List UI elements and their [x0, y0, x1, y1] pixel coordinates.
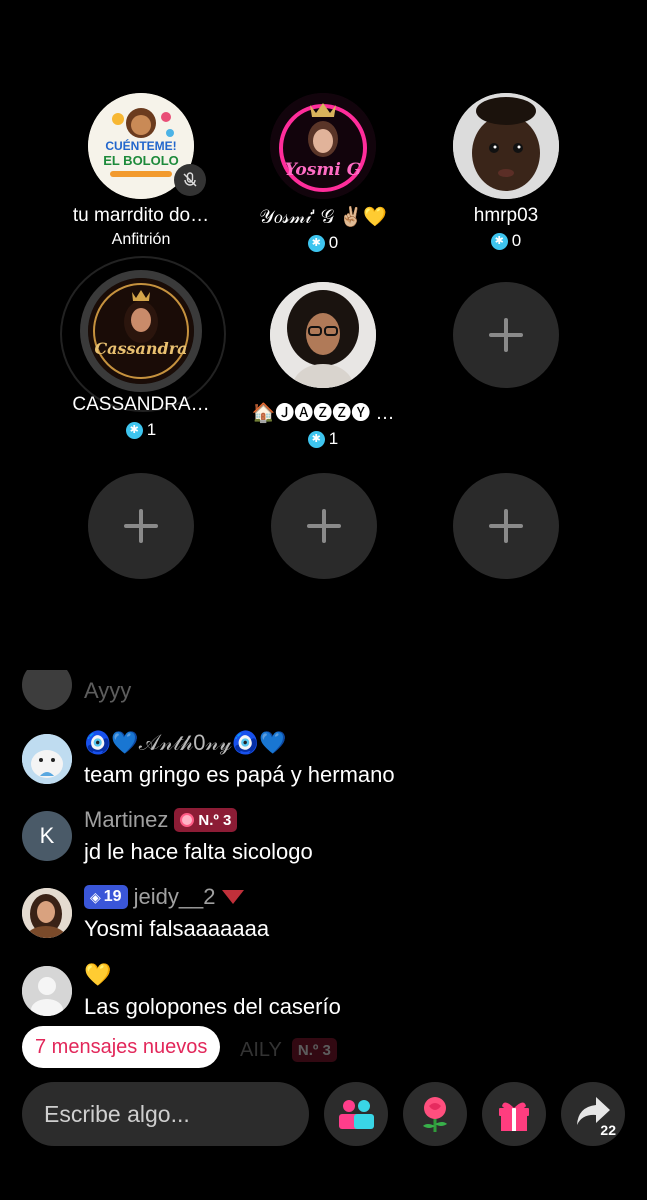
- user-avatar: Yosmi G: [270, 93, 376, 199]
- chat-message: K Martinez N.º 3 jd le hace falta sicolo…: [22, 805, 627, 867]
- coin-icon: ✱: [307, 430, 325, 448]
- seat-5[interactable]: 🏠🅙🅐🅩🅩🅨 … ✱ 1: [233, 282, 413, 449]
- muted-mic-icon: [174, 164, 206, 196]
- coin-count: ✱ 1: [233, 429, 413, 449]
- coin-value: 1: [328, 429, 339, 448]
- plus-icon: [124, 509, 158, 543]
- chat-avatar[interactable]: K: [22, 811, 72, 861]
- gift-icon: [499, 1102, 529, 1131]
- chat-message: Ayyy: [22, 670, 627, 710]
- people-icon: [339, 1100, 374, 1129]
- host-logo-line1: CUÉNTEME!: [105, 138, 176, 153]
- user-avatar: [270, 282, 376, 388]
- plus-icon: [307, 509, 341, 543]
- seat-name: 𝒴𝑜𝓈𝓂𝒾' 𝒢 ✌🏼💛: [259, 207, 387, 228]
- coin-icon: ✱: [490, 232, 508, 250]
- coin-value: 0: [328, 233, 339, 252]
- chat-message-partial: AILY N.º 3: [240, 1038, 337, 1062]
- gift-button[interactable]: [482, 1082, 546, 1146]
- plus-icon: [489, 318, 523, 352]
- seat-name: CASSANDRA…: [72, 394, 210, 415]
- avatar-signature: Yosmi G: [285, 160, 361, 180]
- plus-icon: [489, 509, 523, 543]
- rose-gift-button[interactable]: [403, 1082, 467, 1146]
- avatar-letter: K: [39, 823, 55, 848]
- empty-seat[interactable]: [453, 282, 559, 388]
- chat-username[interactable]: 💛: [84, 960, 627, 990]
- chat-username[interactable]: jeidy__2: [134, 884, 216, 910]
- empty-seat[interactable]: [271, 473, 377, 579]
- level-value: 19: [103, 888, 122, 905]
- coin-value: 1: [146, 420, 157, 439]
- host-label: Anfitrión: [111, 231, 171, 248]
- chat-message: ◈ 19 jeidy__2 Yosmi falsaaaaaaa: [22, 882, 627, 944]
- seat-2[interactable]: Yosmi G 𝒴𝑜𝓈𝓂𝒾' 𝒢 ✌🏼💛 ✱ 0: [233, 93, 413, 253]
- chat-message: 🧿💙𝒜𝓃𝓉𝒽0𝓃𝓎🧿💙 team gringo es papá y herman…: [22, 728, 627, 790]
- seat-name: hmrp03: [473, 205, 539, 226]
- chat-avatar[interactable]: [22, 966, 72, 1016]
- chat-text: Las golopones del caserío: [84, 994, 341, 1019]
- avatar-signature: Cassandra: [94, 339, 187, 358]
- rose-icon: [423, 1097, 447, 1132]
- seat-name: tu marrdito do…: [72, 205, 210, 226]
- fan-icon: [221, 890, 244, 904]
- chat-text: jd le hace falta sicologo: [84, 839, 313, 864]
- chat-avatar[interactable]: [22, 734, 72, 784]
- host-logo-line2: EL BOLOLO: [103, 153, 179, 168]
- coin-count: ✱ 0: [233, 233, 413, 253]
- rank-badge: N.º 3: [174, 808, 238, 832]
- chat-text: team gringo es papá y hermano: [84, 762, 395, 787]
- coin-count: ✱ 0: [416, 231, 596, 251]
- share-count: 22: [600, 1122, 616, 1138]
- share-button[interactable]: 22: [561, 1082, 625, 1146]
- chat-avatar: [22, 670, 72, 710]
- seat-4[interactable]: Cassandra CASSANDRA… ✱ 1: [51, 278, 231, 440]
- coin-count: ✱ 1: [51, 420, 231, 440]
- empty-seat[interactable]: [88, 473, 194, 579]
- coin-value: 0: [511, 231, 522, 250]
- level-badge: ◈ 19: [84, 885, 128, 909]
- empty-seat[interactable]: [453, 473, 559, 579]
- chat-text: Ayyy: [84, 678, 132, 703]
- chat-username[interactable]: Martinez: [84, 807, 168, 833]
- chat-message: 💛 Las golopones del caserío: [22, 960, 627, 1022]
- message-input[interactable]: Escribe algo...: [22, 1082, 309, 1146]
- chat-username[interactable]: 🧿💙𝒜𝓃𝓉𝒽0𝓃𝓎🧿💙: [84, 728, 627, 758]
- seat-name: 🏠🅙🅐🅩🅩🅨 …: [251, 403, 395, 424]
- rank-label: N.º 3: [198, 811, 232, 829]
- guests-button[interactable]: [324, 1082, 388, 1146]
- new-messages-button[interactable]: 7 mensajes nuevos: [22, 1026, 221, 1068]
- seat-3[interactable]: hmrp03 ✱ 0: [416, 93, 596, 251]
- user-avatar: Cassandra: [88, 278, 194, 384]
- diamond-icon: ◈: [90, 888, 101, 905]
- coin-icon: ✱: [307, 234, 325, 252]
- coin-icon: ✱: [125, 421, 143, 439]
- user-avatar: [453, 93, 559, 199]
- partial-username: AILY: [240, 1038, 282, 1061]
- medal-icon: [180, 813, 195, 827]
- chat-avatar[interactable]: [22, 888, 72, 938]
- seat-host[interactable]: CUÉNTEME! EL BOLOLO tu marrdito do… Anfi…: [51, 93, 231, 249]
- chat-text: Yosmi falsaaaaaaa: [84, 916, 270, 941]
- rank-badge: N.º 3: [291, 1038, 337, 1062]
